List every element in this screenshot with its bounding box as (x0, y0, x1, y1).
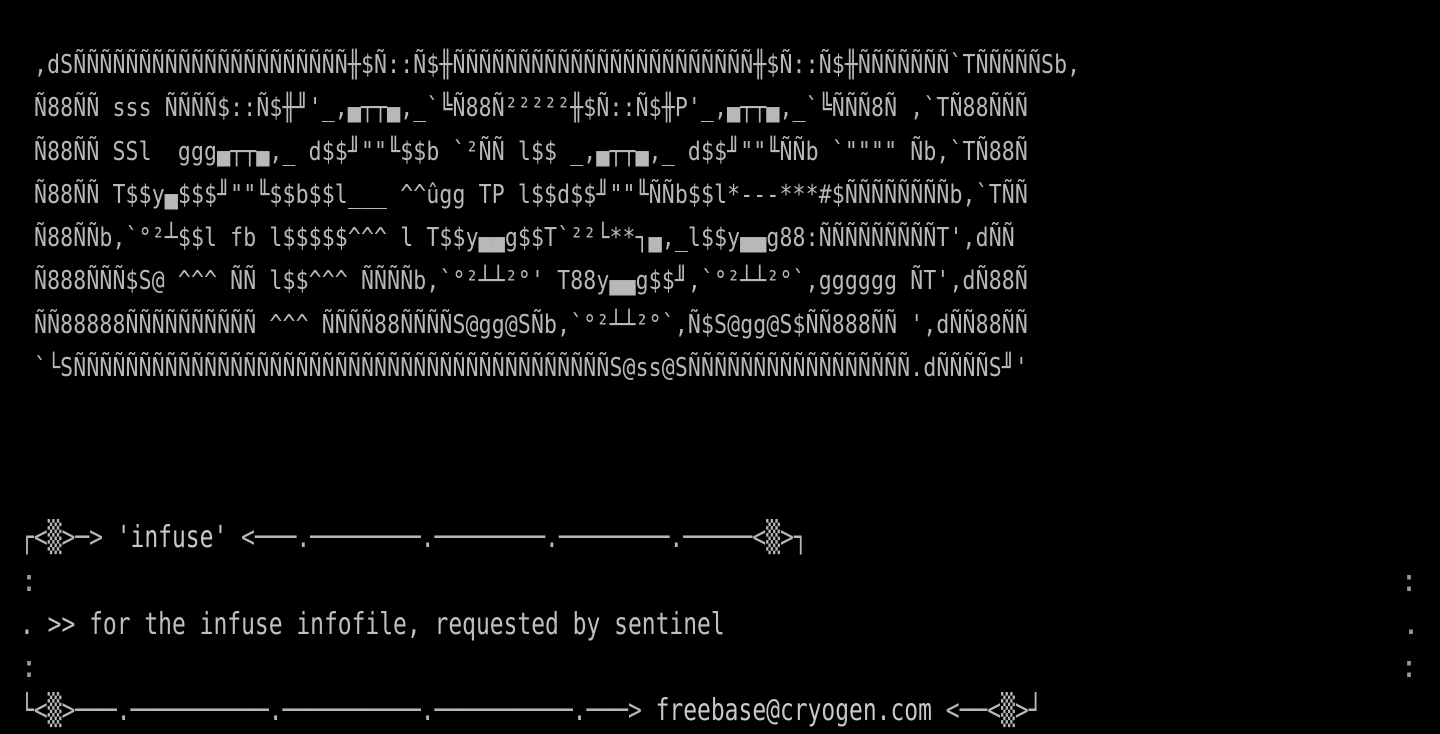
frame-right-dot-upper: : (1400, 564, 1419, 599)
frame-right-dot-lower: : (1400, 650, 1419, 685)
ascii-line-2: Ñ88ÑÑ sss ÑÑÑÑ$::Ñ$╫╜'_,▄┬┬▄,_`╚Ñ88Ñ²²²²… (34, 93, 1028, 124)
ascii-line-3: Ñ88ÑÑ SSl ggg▄┬┬▄,_ d$$╜""╙$$b `²ÑÑ l$$ … (34, 136, 1028, 167)
frame-right-dot-middle: . (1402, 607, 1421, 642)
frame-bottom-border: └<▒>───.──────────.──────────.──────────… (20, 689, 1042, 733)
frame-left-dot-lower: : (20, 650, 39, 685)
ascii-line-5: Ñ88ÑÑb,`°²┴$$l fb l$$$$$^^^ l T$$y▄▄g$$T… (34, 223, 1015, 254)
ascii-line-7: ÑÑ88888ÑÑÑÑÑÑÑÑÑÑ ^^^ ÑÑÑÑ88ÑÑÑÑS@gg@SÑb… (34, 309, 1028, 340)
frame-bottom-right: <──<▒>┘ (931, 693, 1043, 728)
ascii-line-6: Ñ888ÑÑÑ$S@ ^^^ ÑÑ l$$^^^ ÑÑÑÑb,`°²┴┴²°' … (34, 266, 1028, 297)
terminal-screen: ,dSÑÑÑÑÑÑÑÑÑÑÑÑÑÑÑÑÑÑÑÑÑ╫$Ñ::Ñ$╫ÑÑÑÑÑÑÑÑ… (0, 0, 1440, 734)
contact-email: freebase@cryogen.com (655, 693, 932, 728)
frame-left-dot-upper: : (20, 564, 39, 599)
ascii-line-8: `└SÑÑÑÑÑÑÑÑÑÑÑÑÑÑÑÑÑÑÑÑÑÑÑÑÑÑÑÑÑÑÑÑÑÑÑÑÑ… (34, 353, 1028, 384)
ascii-line-4: Ñ88ÑÑ T$$y▄$$$╜""╙$$b$$l___ ^^ûgg TP l$$… (34, 179, 1028, 210)
ascii-logo: ,dSÑÑÑÑÑÑÑÑÑÑÑÑÑÑÑÑÑÑÑÑÑ╫$Ñ::Ñ$╫ÑÑÑÑÑÑÑÑ… (34, 44, 1080, 390)
info-message: . >> for the infuse infofile, requested … (20, 607, 725, 642)
frame-title: 'infuse' (116, 520, 228, 555)
frame-bottom-left: └<▒>───.──────────.──────────.──────────… (20, 693, 656, 728)
ascii-line-1: ,dSÑÑÑÑÑÑÑÑÑÑÑÑÑÑÑÑÑÑÑÑÑ╫$Ñ::Ñ$╫ÑÑÑÑÑÑÑÑ… (34, 50, 1081, 80)
frame-top-right: <───.────────.────────.────────.─────<▒>… (227, 520, 808, 555)
frame-top-left: ┌<▒>─> (20, 520, 117, 555)
frame-top-border: ┌<▒>─> 'infuse' <───.────────.────────.─… (20, 516, 808, 560)
